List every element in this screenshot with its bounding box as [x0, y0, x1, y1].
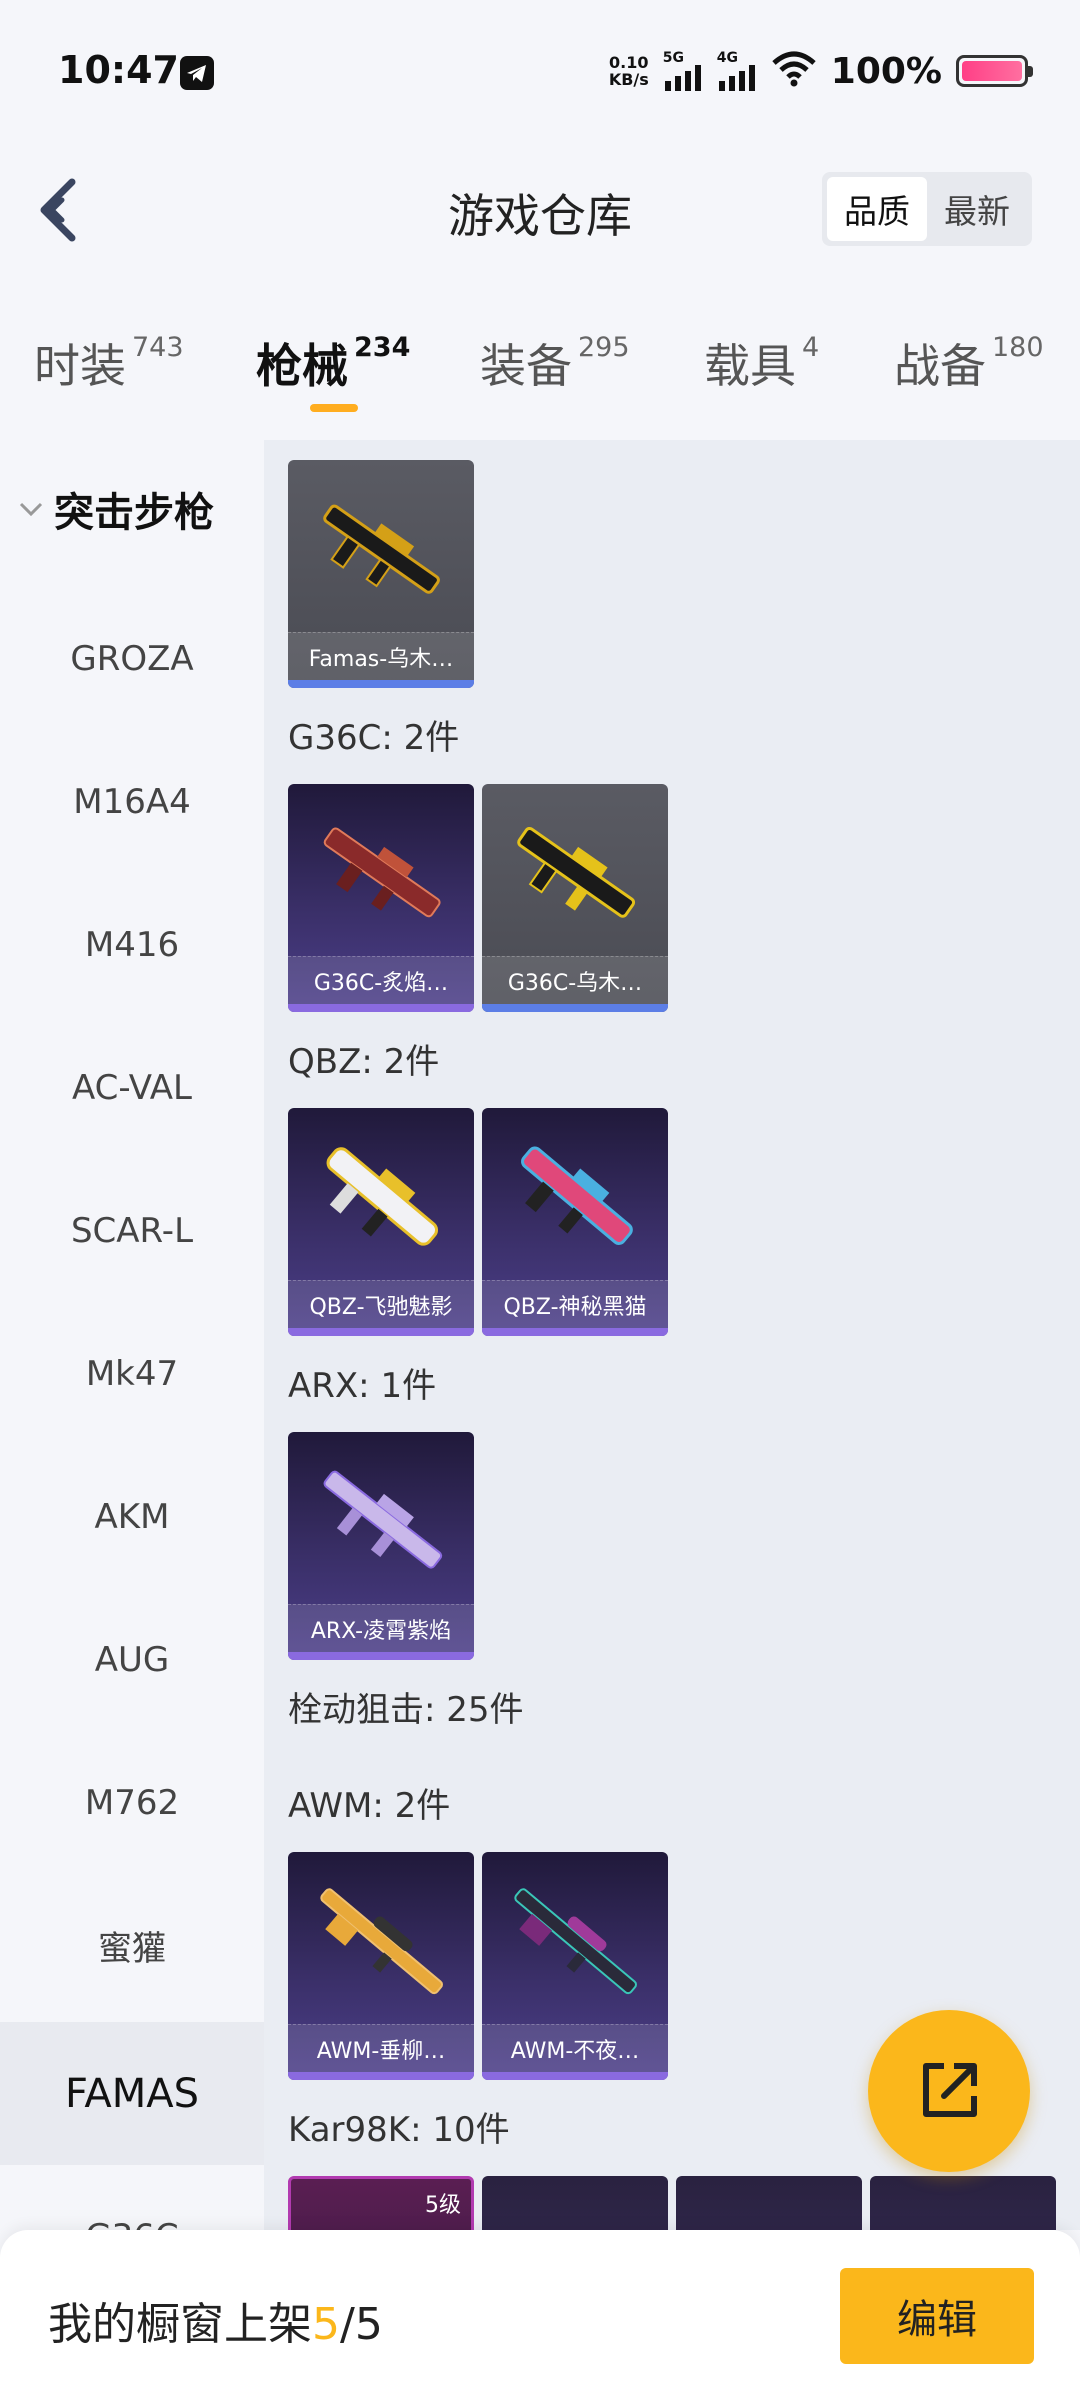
sniper-rifle-icon	[514, 1888, 637, 1995]
bottom-bar: 我的橱窗上架 5 / 5 编辑	[0, 2230, 1080, 2400]
sidebar-item-honey-badger[interactable]: 蜜獾	[0, 1874, 264, 2017]
signal-5g-icon: 5G	[663, 51, 703, 91]
tab-label: 载具	[704, 339, 796, 393]
sidebar-item-m762[interactable]: M762	[0, 1731, 264, 1874]
tab-label: 装备	[480, 339, 572, 393]
sidebar-item-m16a4[interactable]: M16A4	[0, 730, 264, 873]
tab-count: 234	[354, 332, 411, 363]
sidebar-item-scar-l[interactable]: SCAR-L	[0, 1159, 264, 1302]
weapon-card[interactable]	[676, 2176, 862, 2230]
group-label-g36c: G36C: 2件	[288, 718, 460, 758]
wifi-icon	[771, 51, 817, 91]
weapon-card[interactable]: AWM-不夜…	[482, 1852, 668, 2080]
showcase-label: 我的橱窗上架	[48, 2299, 312, 2350]
share-external-icon	[923, 2063, 977, 2117]
battery-icon	[956, 55, 1033, 87]
sidebar-group-assault-rifles[interactable]: 突击步枪	[18, 480, 214, 538]
net-speed-value: 0.10	[609, 53, 649, 72]
sort-toggle: 品质 最新	[822, 172, 1032, 246]
tab-count: 180	[992, 332, 1044, 363]
sidebar-item-g36c[interactable]: G36C	[0, 2165, 264, 2231]
level-badge: 5级	[425, 2193, 461, 2218]
chevron-down-icon	[19, 502, 43, 517]
weapon-card[interactable]: Famas-乌木…	[288, 460, 474, 688]
group-label-kar98k: Kar98K: 10件	[288, 2110, 510, 2150]
group-label-awm: AWM: 2件	[288, 1786, 451, 1826]
tab-label: 战备	[894, 339, 986, 393]
weapon-card-name: AWM-垂柳…	[288, 2024, 474, 2072]
weapon-card[interactable]: QBZ-飞驰魅影	[288, 1108, 474, 1336]
weapon-sidebar: 突击步枪 GROZA M16A4 M416 AC-VAL SCAR-L Mk47…	[0, 440, 264, 2230]
sniper-rifle-icon	[320, 1888, 443, 1995]
rifle-icon	[323, 827, 441, 918]
group-label-bolt-action: 栓动狙击: 25件	[288, 1690, 524, 1730]
active-tab-indicator	[310, 404, 358, 412]
sidebar-item-famas[interactable]: FAMAS	[0, 2022, 264, 2165]
showcase-current-count: 5	[312, 2299, 340, 2350]
showcase-total-count: 5	[354, 2299, 383, 2350]
signal-4g-label: 4G	[716, 50, 739, 66]
network-speed: 0.10 KB/s	[609, 54, 649, 88]
tab-count: 4	[802, 332, 820, 363]
status-time: 10:47	[58, 48, 179, 92]
showcase-separator: /	[340, 2299, 355, 2350]
weapon-card[interactable]: QBZ-神秘黑猫	[482, 1108, 668, 1336]
status-bar: 10:47 0.10 KB/s 5G 4G 100%	[0, 0, 1080, 140]
weapon-card[interactable]: G36C-乌木…	[482, 784, 668, 1012]
rifle-icon	[323, 1470, 443, 1569]
rifle-icon	[521, 1146, 633, 1245]
sidebar-item-akm[interactable]: AKM	[0, 1445, 264, 1588]
showcase-status: 我的橱窗上架 5 / 5	[48, 2288, 383, 2352]
weapon-card[interactable]	[870, 2176, 1056, 2230]
weapon-card-name: Famas-乌木…	[288, 632, 474, 680]
weapon-card[interactable]: ARX-凌霄紫焰	[288, 1432, 474, 1660]
group-label-qbz: QBZ: 2件	[288, 1042, 440, 1082]
weapon-card-name: QBZ-神秘黑猫	[482, 1280, 668, 1328]
sidebar-item-aug[interactable]: AUG	[0, 1588, 264, 1731]
tab-supplies[interactable]: 战备 180	[894, 330, 1044, 396]
tab-label: 枪械	[256, 339, 348, 393]
telegram-icon	[180, 56, 214, 90]
weapon-card[interactable]	[482, 2176, 668, 2230]
status-indicators: 0.10 KB/s 5G 4G 100%	[609, 48, 1033, 94]
signal-5g-label: 5G	[662, 50, 685, 66]
tab-firearms[interactable]: 枪械 234	[256, 330, 410, 396]
tab-vehicles[interactable]: 载具 4	[704, 330, 819, 396]
sidebar-item-ac-val[interactable]: AC-VAL	[0, 1016, 264, 1159]
share-button[interactable]	[868, 2010, 1030, 2172]
sidebar-group-label: 突击步枪	[54, 490, 214, 536]
tab-fashion[interactable]: 时装 743	[34, 330, 184, 396]
edit-button[interactable]: 编辑	[840, 2268, 1034, 2364]
tab-count: 743	[132, 332, 184, 363]
rifle-icon	[323, 504, 440, 594]
tab-count: 295	[578, 332, 630, 363]
weapon-card-name: ARX-凌霄紫焰	[288, 1604, 474, 1652]
weapon-card[interactable]: 5级	[288, 2176, 474, 2230]
header: 游戏仓库 品质 最新	[0, 140, 1080, 280]
weapon-card[interactable]: G36C-炙焰…	[288, 784, 474, 1012]
rifle-icon	[326, 1147, 439, 1246]
weapon-card-name: QBZ-飞驰魅影	[288, 1280, 474, 1328]
group-label-arx: ARX: 1件	[288, 1366, 437, 1406]
sidebar-item-m416[interactable]: M416	[0, 873, 264, 1016]
weapon-card-name: AWM-不夜…	[482, 2024, 668, 2072]
sidebar-item-mk47[interactable]: Mk47	[0, 1302, 264, 1445]
sidebar-item-groza[interactable]: GROZA	[0, 587, 264, 730]
weapon-grid: Famas-乌木… G36C: 2件 G36C-炙焰… G36C-乌木… QBZ…	[264, 440, 1080, 2230]
weapon-card[interactable]: AWM-垂柳…	[288, 1852, 474, 2080]
weapon-card-name: G36C-乌木…	[482, 956, 668, 1004]
tab-equipment[interactable]: 装备 295	[480, 330, 630, 396]
weapon-card-name: G36C-炙焰…	[288, 956, 474, 1004]
tab-label: 时装	[34, 339, 126, 393]
category-tabs: 时装 743 枪械 234 装备 295 载具 4 战备 180	[0, 320, 1080, 420]
rifle-icon	[517, 826, 636, 918]
net-speed-unit: KB/s	[608, 70, 649, 89]
signal-4g-icon: 4G	[717, 51, 757, 91]
sort-newest-button[interactable]: 最新	[927, 177, 1027, 241]
battery-percent: 100%	[830, 50, 942, 92]
sort-quality-button[interactable]: 品质	[827, 177, 927, 241]
